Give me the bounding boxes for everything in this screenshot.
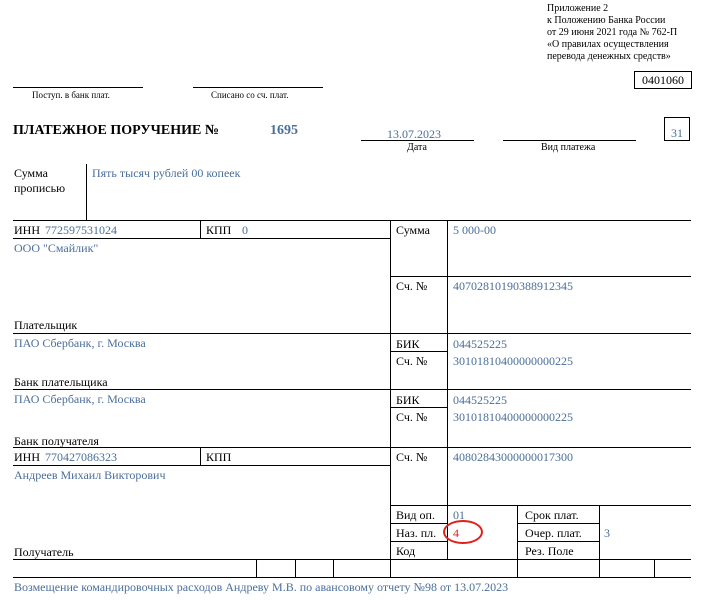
label-column-divider — [447, 220, 448, 559]
payer-bank-acc-value: 30101810400000000225 — [453, 354, 573, 368]
amount-value: 5 000-00 — [453, 223, 496, 237]
amount-words-label-1: Сумма — [14, 166, 48, 180]
codes-row-bottom — [13, 577, 691, 578]
payment-purpose: Возмещение командировочных расходов Андр… — [14, 580, 509, 594]
payer-bank-name: ПАО Сбербанк, г. Москва — [14, 336, 146, 350]
form-code: 0401060 — [634, 71, 692, 89]
payee-bik-value: 044525225 — [453, 393, 507, 407]
op-row-top — [390, 505, 691, 506]
op-column-divider — [517, 505, 518, 577]
payer-bik-value: 044525225 — [453, 337, 507, 351]
term-bottom — [517, 523, 599, 524]
payee-bank-bottom — [13, 447, 691, 448]
payer-kpp-divider — [200, 220, 201, 238]
debited-line — [193, 87, 323, 88]
appendix-line-1: Приложение 2 — [547, 3, 609, 14]
code-label: Код — [396, 544, 416, 558]
main-vertical-divider — [390, 220, 391, 577]
payer-name: ООО "Смайлик" — [14, 241, 99, 255]
codes-divider-3 — [333, 559, 334, 577]
payee-inn-value: 770427086323 — [45, 450, 117, 464]
debited-label: Списано со сч. плат. — [211, 90, 289, 100]
payee-label: Получатель — [14, 545, 74, 559]
priority-label: Очер. плат. — [525, 526, 582, 540]
payer-bik-label: БИК — [396, 337, 420, 351]
order-number: 1695 — [270, 123, 298, 138]
payee-bank-label: Банк получателя — [14, 434, 99, 448]
priority-value: 3 — [604, 526, 610, 540]
payer-bank-acc-label: Сч. № — [396, 354, 428, 368]
inn-row-bottom — [13, 238, 390, 239]
appendix-line-4: «О правилах осуществления — [547, 39, 669, 50]
amount-words-divider — [86, 164, 87, 220]
payment-type-label: Вид платежа — [541, 142, 596, 153]
priority-bottom — [517, 541, 599, 542]
codes-divider-2 — [295, 559, 296, 577]
appendix-line-5: перевода денежных средств» — [547, 51, 671, 62]
term-column-divider — [599, 505, 600, 559]
payer-account-label: Сч. № — [396, 279, 428, 293]
op-type-bottom — [390, 523, 447, 524]
reserve-label: Рез. Поле — [525, 544, 574, 558]
op-type-label: Вид оп. — [396, 508, 435, 522]
date-label: Дата — [407, 142, 427, 153]
purpose-bottom — [390, 541, 447, 542]
payee-inn-label: ИНН — [14, 450, 40, 464]
amount-words-value: Пять тысяч рублей 00 копеек — [92, 166, 241, 180]
payer-kpp-label: КПП — [206, 223, 232, 237]
amount-words-label-2: прописью — [14, 181, 66, 195]
purpose-code-label: Наз. пл. — [396, 526, 437, 540]
payer-inn-value: 772597531024 — [45, 223, 117, 237]
payment-type-underline — [503, 140, 636, 141]
codes-divider-4 — [599, 559, 600, 577]
payee-bank-acc-label: Сч. № — [396, 410, 428, 424]
appendix-line-3: от 29 июня 2021 года № 762-П — [547, 27, 678, 38]
payer-bank-label: Банк плательщика — [14, 375, 108, 389]
payee-acc-label: Сч. № — [396, 450, 428, 464]
payer-row-bottom — [13, 333, 691, 334]
payer-inn-label: ИНН — [14, 223, 40, 237]
payee-bank-acc-value: 30101810400000000225 — [453, 410, 573, 424]
appendix-line-2: к Положению Банка России — [547, 15, 666, 26]
date-underline — [361, 140, 474, 141]
payer-bank-bottom — [13, 389, 691, 390]
status-code: 31 — [664, 117, 690, 141]
payee-inn-row-bottom — [13, 465, 390, 466]
payee-acc-value: 40802843000000017300 — [453, 450, 573, 464]
row-line-top — [13, 220, 691, 221]
payee-kpp-divider — [200, 447, 201, 465]
payer-account-value: 40702810190388912345 — [453, 279, 573, 293]
codes-divider-1 — [256, 559, 257, 577]
received-line — [13, 87, 143, 88]
purpose-highlight-circle — [443, 520, 483, 544]
amount-label: Сумма — [396, 223, 430, 237]
payee-bank-name: ПАО Сбербанк, г. Москва — [14, 392, 146, 406]
page-title: ПЛАТЕЖНОЕ ПОРУЧЕНИЕ № — [13, 123, 219, 138]
payee-name: Андреев Михаил Викторович — [14, 468, 166, 482]
payment-order-page: { "appendix": { "line1": "Приложение 2",… — [0, 0, 701, 600]
codes-divider-5 — [654, 559, 655, 577]
term-label: Срок плат. — [525, 508, 579, 522]
payee-bik-label: БИК — [396, 393, 420, 407]
amount-row-bottom — [390, 276, 691, 277]
payer-kpp-value: 0 — [242, 223, 248, 237]
payee-row-bottom — [13, 559, 691, 560]
payer-label: Плательщик — [14, 318, 78, 332]
received-label: Поступ. в банк плат. — [32, 90, 110, 100]
payee-kpp-label: КПП — [206, 450, 232, 464]
